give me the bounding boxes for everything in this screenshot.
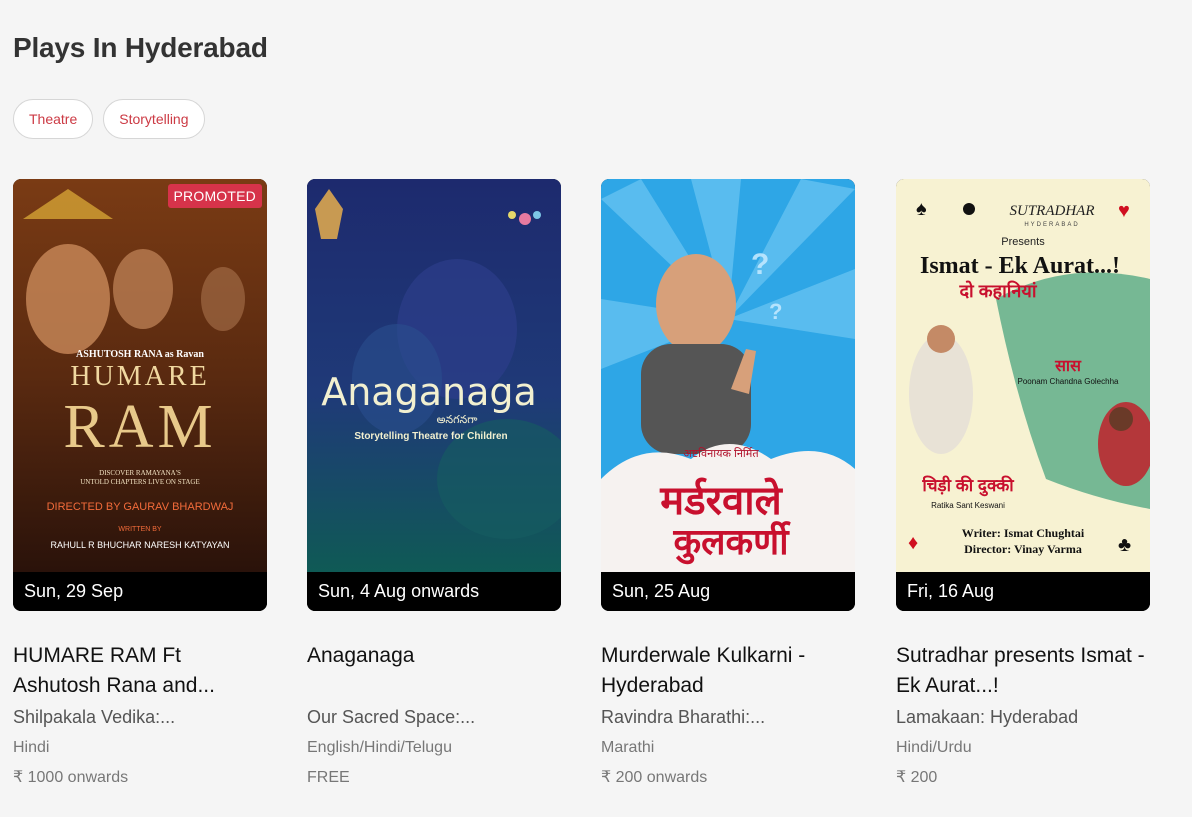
poster-text: Writer: Ismat Chughtai: [962, 526, 1085, 540]
event-venue: Lamakaan: Hyderabad: [896, 707, 1079, 727]
event-language: Hindi/Urdu: [896, 739, 972, 756]
event-date: Sun, 29 Sep: [13, 572, 267, 611]
event-language: Hindi: [13, 739, 50, 756]
event-card[interactable]: Anaganaga అనగనగా Storytelling Theatre fo…: [307, 179, 561, 789]
poster-text: WRITTEN BY: [118, 526, 161, 533]
poster-text: Presents: [1001, 236, 1045, 248]
svg-text:♣: ♣: [1118, 534, 1131, 556]
event-card[interactable]: ♠ ♥ ♦ ♣ SUTRADHAR HYDERABAD Presents Ism…: [896, 179, 1150, 789]
event-venue: Shilpakala Vedika:...: [13, 707, 176, 727]
poster-text: HYDERABAD: [1024, 222, 1079, 228]
poster-text: DIRECTED BY GAURAV BHARDWAJ: [47, 501, 234, 513]
poster-image: Anaganaga అనగనగా Storytelling Theatre fo…: [307, 179, 561, 572]
poster-text: HUMARE: [70, 361, 209, 392]
poster-text: अष्टविनायक निर्मित: [683, 447, 759, 460]
poster-text: Anaganaga: [321, 370, 537, 414]
filter-chips: Theatre Storytelling: [13, 99, 205, 139]
event-title[interactable]: Murderwale Kulkarni - Hyderabad: [601, 641, 855, 701]
event-price: FREE: [307, 769, 350, 786]
event-poster[interactable]: Anaganaga అనగనగా Storytelling Theatre fo…: [307, 179, 561, 611]
poster-image: ? ? अष्टविनायक निर्मित मर्डरवाले कुलकर्ण…: [601, 179, 855, 572]
event-poster[interactable]: ? ? अष्टविनायक निर्मित मर्डरवाले कुलकर्ण…: [601, 179, 855, 611]
event-card[interactable]: ? ? अष्टविनायक निर्मित मर्डरवाले कुलकर्ण…: [601, 179, 855, 789]
event-date: Fri, 16 Aug: [896, 572, 1150, 611]
poster-text: DISCOVER RAMAYANA'S: [99, 469, 181, 477]
filter-chip-storytelling[interactable]: Storytelling: [103, 99, 205, 139]
promoted-badge: PROMOTED: [167, 184, 262, 208]
poster-text: SUTRADHAR: [1010, 203, 1095, 219]
poster-text: RAM: [63, 393, 216, 461]
poster-text: Ismat - Ek Aurat...!: [920, 253, 1120, 279]
poster-text: ASHUTOSH RANA as Ravan: [76, 349, 204, 360]
poster-text: UNTOLD CHAPTERS LIVE ON STAGE: [80, 478, 199, 486]
event-price: ₹ 200 onwards: [601, 769, 708, 786]
poster-text: Storytelling Theatre for Children: [354, 431, 507, 442]
event-price: ₹ 200: [896, 769, 938, 786]
poster-text: मर्डरवाले: [659, 477, 783, 523]
event-venue: Our Sacred Space:...: [307, 707, 476, 727]
event-poster[interactable]: ♠ ♥ ♦ ♣ SUTRADHAR HYDERABAD Presents Ism…: [896, 179, 1150, 611]
poster-image: ♠ ♥ ♦ ♣ SUTRADHAR HYDERABAD Presents Ism…: [896, 179, 1150, 572]
filter-chip-theatre[interactable]: Theatre: [13, 99, 94, 139]
poster-text: चिड़ी की दुक्की: [921, 475, 1014, 497]
poster-text: दो कहानियां: [958, 280, 1037, 301]
poster-text: सास: [1054, 358, 1082, 375]
event-poster[interactable]: ASHUTOSH RANA as Ravan HUMARE RAM DISCOV…: [13, 179, 267, 611]
event-price: ₹ 1000 onwards: [13, 769, 129, 786]
svg-text:♥: ♥: [1118, 200, 1130, 222]
event-card[interactable]: ASHUTOSH RANA as Ravan HUMARE RAM DISCOV…: [13, 179, 267, 789]
event-language: Marathi: [601, 739, 655, 756]
event-title[interactable]: Sutradhar presents Ismat - Ek Aurat...!: [896, 641, 1150, 701]
poster-text: అనగనగా: [437, 414, 478, 426]
event-date: Sun, 25 Aug: [601, 572, 855, 611]
event-language: English/Hindi/Telugu: [307, 739, 452, 756]
poster-text: Director: Vinay Varma: [964, 542, 1082, 556]
poster-text: Ratika Sant Keswani: [931, 501, 1005, 510]
svg-text:♠: ♠: [916, 198, 927, 220]
event-title[interactable]: Anaganaga: [307, 641, 561, 701]
page-title: Plays In Hyderabad: [13, 32, 268, 63]
poster-text: कुलकर्णी: [672, 521, 791, 565]
poster-text: RAHULL R BHUCHAR NARESH KATYAYAN: [50, 540, 229, 550]
event-title[interactable]: HUMARE RAM Ft Ashutosh Rana and...: [13, 641, 267, 701]
svg-text:?: ?: [751, 248, 769, 281]
poster-text: Poonam Chandna Golechha: [1018, 377, 1120, 386]
svg-text:?: ?: [769, 299, 782, 324]
event-date: Sun, 4 Aug onwards: [307, 572, 561, 611]
poster-image: ASHUTOSH RANA as Ravan HUMARE RAM DISCOV…: [13, 179, 267, 572]
event-venue: Ravindra Bharathi:...: [601, 707, 766, 727]
svg-text:♦: ♦: [908, 532, 918, 554]
